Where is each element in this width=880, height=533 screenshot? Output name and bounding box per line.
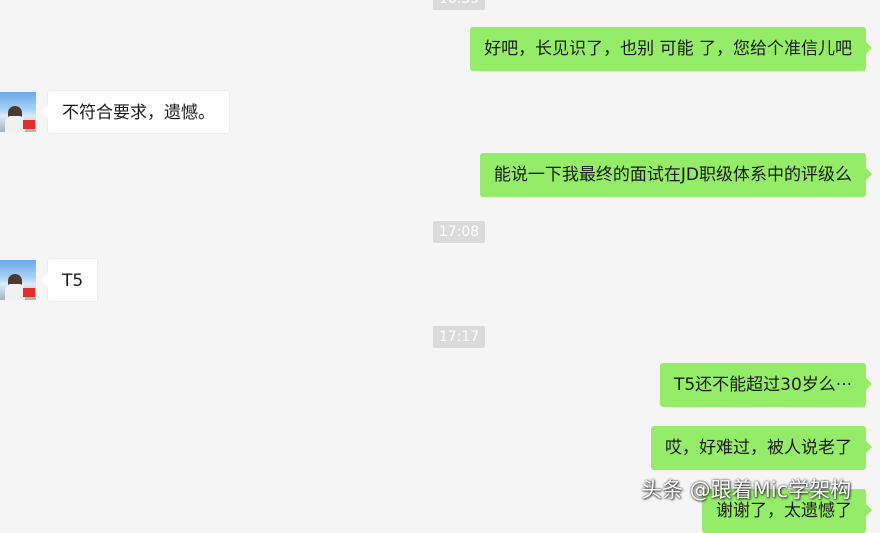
outgoing-message[interactable]: 哎，好难过，被人说老了 — [651, 426, 872, 470]
watermark: 头条 @跟着Mic学架构 — [641, 478, 852, 502]
incoming-message[interactable]: T5 — [40, 258, 99, 302]
avatar-shirt-shape — [5, 116, 25, 132]
chat-window: 16:59 好吧，长见识了，也别 可能 了，您给个准信儿吧 不符合要求，遗憾。 … — [0, 0, 880, 533]
outgoing-message[interactable]: 好吧，长见识了，也别 可能 了，您给个准信儿吧 — [470, 27, 872, 71]
outgoing-message[interactable]: T5还不能超过30岁么··· — [659, 363, 873, 407]
timestamp: 16:59 — [433, 0, 485, 10]
timestamp: 17:08 — [433, 221, 485, 243]
flag-icon — [23, 120, 35, 129]
outgoing-message[interactable]: 能说一下我最终的面试在JD职级体系中的评级么 — [479, 153, 873, 197]
timestamp: 17:17 — [433, 326, 485, 348]
contact-avatar[interactable] — [0, 92, 36, 132]
avatar-shirt-shape — [5, 284, 25, 300]
contact-avatar[interactable] — [0, 260, 36, 300]
incoming-message[interactable]: 不符合要求，遗憾。 — [41, 90, 230, 134]
flag-icon — [23, 288, 35, 297]
